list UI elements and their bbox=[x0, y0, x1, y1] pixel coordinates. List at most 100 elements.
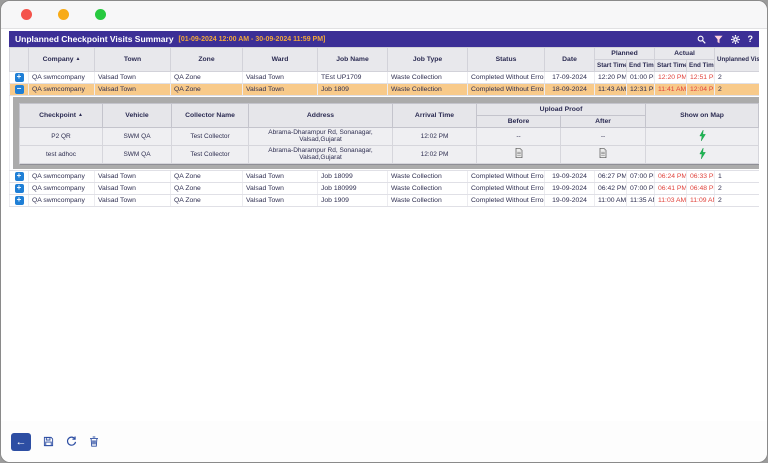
col-job-type[interactable]: Job Type bbox=[387, 47, 468, 72]
cell-checkpoint: P2 QR bbox=[19, 127, 103, 146]
col-address[interactable]: Address bbox=[248, 103, 393, 128]
cell-actual-start: 06:41 PM bbox=[654, 181, 687, 195]
table-row-expanded[interactable]: − QA swmcompany Valsad Town QA Zone Vals… bbox=[9, 83, 759, 96]
cell-actual-start: 12:20 PM bbox=[654, 71, 687, 84]
col-vehicle[interactable]: Vehicle bbox=[102, 103, 172, 128]
table-row[interactable]: + QA swmcompany Valsad Town QA Zone Vals… bbox=[9, 193, 759, 207]
map-marker-icon[interactable] bbox=[698, 129, 706, 141]
expand-row-button[interactable]: + bbox=[14, 183, 24, 193]
sort-asc-icon: ▲ bbox=[75, 56, 81, 62]
col-town[interactable]: Town bbox=[94, 47, 171, 72]
expand-row-button[interactable]: + bbox=[14, 171, 24, 181]
cell-checkpoint: test adhoc bbox=[19, 144, 103, 164]
cell-job-name: Job 18099 bbox=[317, 169, 388, 183]
col-actual-start[interactable]: Start Time bbox=[654, 59, 687, 72]
col-collector-name[interactable]: Collector Name bbox=[171, 103, 249, 128]
cell-actual-start: 06:24 PM bbox=[654, 169, 687, 183]
col-status[interactable]: Status bbox=[467, 47, 545, 72]
col-job-name[interactable]: Job Name bbox=[317, 47, 388, 72]
col-date[interactable]: Date bbox=[544, 47, 595, 72]
cell-unplanned-visits: 1 bbox=[714, 169, 759, 183]
cell-planned-start: 11:00 AM bbox=[594, 193, 627, 207]
cell-ward: Valsad Town bbox=[242, 169, 318, 183]
settings-gear-icon[interactable] bbox=[730, 34, 740, 44]
cell-planned-start: 11:43 AM bbox=[594, 83, 627, 96]
document-icon[interactable] bbox=[599, 148, 607, 159]
col-arrival-time[interactable]: Arrival Time bbox=[392, 103, 477, 128]
maximize-window-button[interactable] bbox=[95, 9, 106, 20]
page-title: Unplanned Checkpoint Visits Summary bbox=[15, 34, 174, 44]
col-checkpoint[interactable]: Checkpoint ▲ bbox=[19, 103, 103, 128]
close-window-button[interactable] bbox=[21, 9, 32, 20]
cell-planned-end: 01:00 PM bbox=[626, 71, 655, 84]
cell-job-type: Waste Collection bbox=[387, 169, 468, 183]
cell-zone: QA Zone bbox=[170, 193, 243, 207]
col-group-planned: Planned bbox=[594, 47, 655, 60]
col-planned-start[interactable]: Start Time bbox=[594, 59, 627, 72]
cell-date: 19-09-2024 bbox=[544, 181, 595, 195]
cell-arrival-time: 12:02 PM bbox=[392, 144, 477, 164]
table-row[interactable]: + QA swmcompany Valsad Town QA Zone Vals… bbox=[9, 71, 759, 84]
cell-ward: Valsad Town bbox=[242, 193, 318, 207]
cell-planned-end: 07:00 PM bbox=[626, 169, 655, 183]
col-proof-before: Before bbox=[476, 115, 561, 128]
back-button[interactable]: ← bbox=[11, 432, 31, 451]
col-show-on-map: Show on Map bbox=[645, 103, 759, 128]
detail-table-body: P2 QR SWM QA Test Collector Abrama-Dhara… bbox=[19, 127, 759, 164]
show-on-map-cell bbox=[645, 127, 759, 146]
detail-row: Checkpoint ▲ Vehicle Collector Name Addr… bbox=[9, 95, 759, 171]
cell-address: Abrama-Dharampur Rd, Sonanagar, Valsad,G… bbox=[248, 144, 393, 164]
date-range-label: [01-09-2024 12:00 AM - 30-09-2024 11:59 … bbox=[178, 35, 326, 43]
delete-icon[interactable] bbox=[89, 436, 99, 447]
cell-date: 19-09-2024 bbox=[544, 169, 595, 183]
minimize-window-button[interactable] bbox=[58, 9, 69, 20]
show-on-map-cell bbox=[645, 144, 759, 164]
filter-icon[interactable] bbox=[713, 35, 723, 44]
upload-proof-before: -- bbox=[476, 127, 561, 146]
expand-row-button[interactable]: + bbox=[14, 195, 24, 205]
footer-toolbar: ← bbox=[1, 421, 767, 462]
cell-job-type: Waste Collection bbox=[387, 181, 468, 195]
search-icon[interactable] bbox=[697, 35, 706, 44]
cell-company: QA swmcompany bbox=[28, 83, 95, 96]
cell-actual-end: 12:04 PM bbox=[686, 83, 715, 96]
document-icon[interactable] bbox=[515, 148, 523, 159]
cell-status: Completed Without Error bbox=[467, 169, 545, 183]
cell-planned-start: 06:42 PM bbox=[594, 181, 627, 195]
map-marker-icon[interactable] bbox=[698, 147, 706, 159]
refresh-icon[interactable] bbox=[66, 436, 77, 447]
help-icon[interactable]: ? bbox=[748, 34, 754, 44]
col-actual-end[interactable]: End Time bbox=[686, 59, 715, 72]
cell-job-name: Job 1809 bbox=[317, 83, 388, 96]
cell-company: QA swmcompany bbox=[28, 193, 95, 207]
col-unplanned-visits[interactable]: Unplanned Visits bbox=[714, 47, 759, 72]
cell-status: Completed Without Error bbox=[467, 181, 545, 195]
collapse-row-button[interactable]: − bbox=[14, 85, 24, 94]
cell-vehicle: SWM QA bbox=[102, 144, 172, 164]
cell-date: 19-09-2024 bbox=[544, 193, 595, 207]
cell-job-name: Job 180999 bbox=[317, 181, 388, 195]
cell-date: 17-09-2024 bbox=[544, 71, 595, 84]
cell-actual-end: 11:09 AM bbox=[686, 193, 715, 207]
col-zone[interactable]: Zone bbox=[170, 47, 243, 72]
cell-vehicle: SWM QA bbox=[102, 127, 172, 146]
col-proof-after: After bbox=[559, 115, 647, 128]
col-planned-end[interactable]: End Time bbox=[626, 59, 655, 72]
save-icon[interactable] bbox=[43, 436, 54, 447]
table-row[interactable]: + QA swmcompany Valsad Town QA Zone Vals… bbox=[9, 169, 759, 183]
cell-town: Valsad Town bbox=[94, 71, 171, 84]
cell-unplanned-visits: 2 bbox=[714, 181, 759, 195]
table-row[interactable]: + QA swmcompany Valsad Town QA Zone Vals… bbox=[9, 181, 759, 195]
report-grid-area: Company ▲ Town Zone Ward Job Name Job Ty… bbox=[9, 47, 759, 421]
expand-row-button[interactable]: + bbox=[14, 73, 24, 82]
cell-actual-start: 11:41 AM bbox=[654, 83, 687, 96]
upload-proof-before bbox=[476, 144, 561, 164]
cell-job-type: Waste Collection bbox=[387, 71, 468, 84]
cell-collector-name: Test Collector bbox=[171, 144, 249, 164]
col-ward[interactable]: Ward bbox=[242, 47, 318, 72]
cell-planned-end: 11:35 AM bbox=[626, 193, 655, 207]
app-window: Unplanned Checkpoint Visits Summary [01-… bbox=[0, 0, 768, 463]
cell-zone: QA Zone bbox=[170, 169, 243, 183]
upload-proof-after bbox=[559, 144, 647, 164]
col-company[interactable]: Company ▲ bbox=[28, 47, 95, 72]
